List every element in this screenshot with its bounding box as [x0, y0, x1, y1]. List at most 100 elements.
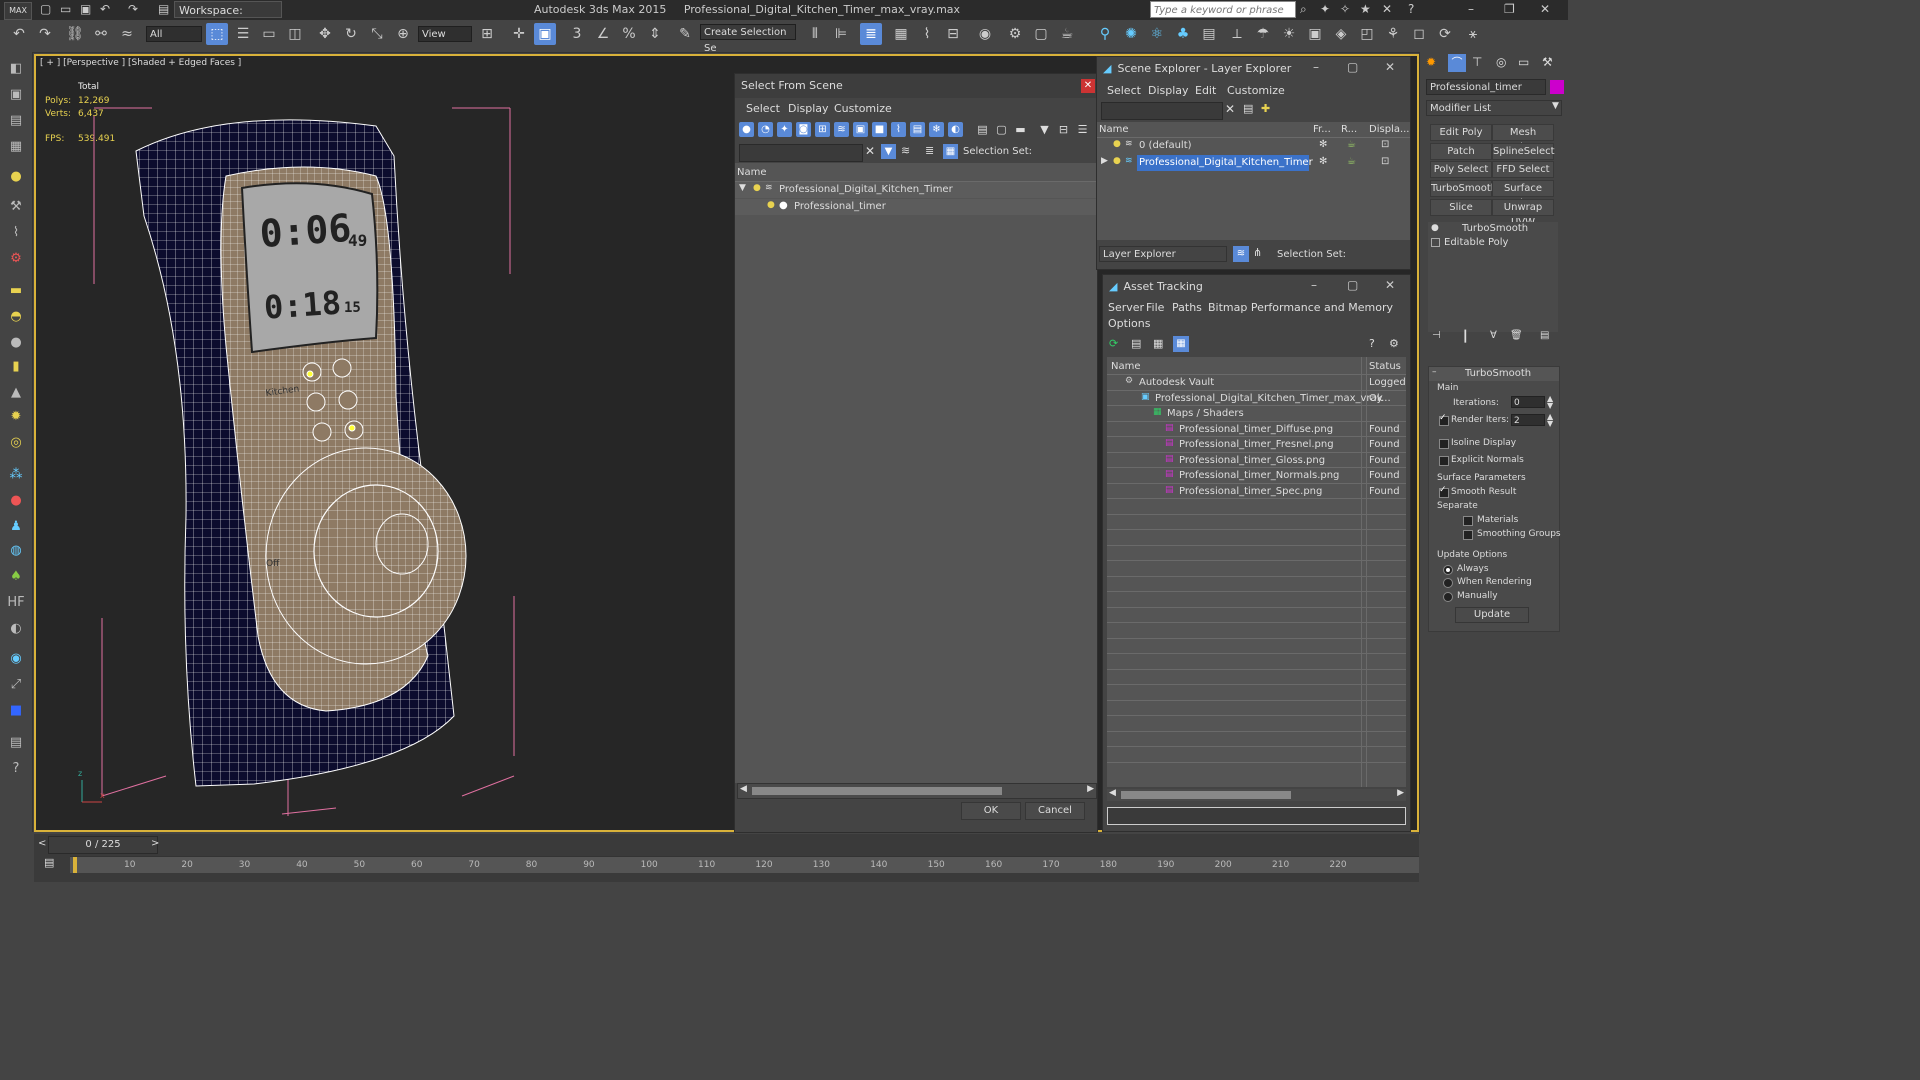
se-menu-customize[interactable]: Customize	[1227, 84, 1285, 97]
light-bulb-icon[interactable]: ●	[6, 168, 26, 186]
select-by-name-icon[interactable]: ☰	[232, 23, 254, 45]
viewport-label[interactable]: [ + ] [Perspective ] [Shaded + Edged Fac…	[40, 58, 241, 68]
show-end-result-icon[interactable]: ┃	[1462, 330, 1469, 343]
utilities-tab-icon[interactable]: ⚒	[1542, 55, 1553, 69]
keyboard-shortcut-override-icon[interactable]: ▣	[534, 23, 556, 45]
window-crossing-icon[interactable]: ◫	[284, 23, 306, 45]
scroll-left-icon[interactable]: ◀	[1109, 788, 1116, 798]
display-helpers-icon[interactable]: ⊞	[815, 122, 830, 137]
schematic-view-icon[interactable]: ⊟	[942, 23, 964, 45]
select-and-link-icon[interactable]: ⛓	[64, 23, 86, 45]
object-name-field[interactable]: Professional_timer	[1426, 79, 1546, 95]
edit-named-selection-icon[interactable]: ✎	[674, 23, 696, 45]
render-teapot-icon[interactable]: ☕	[1347, 156, 1356, 167]
smoothing-groups-checkbox[interactable]	[1463, 530, 1473, 540]
transform-icon[interactable]: ⤢	[6, 676, 26, 694]
display-all-icon[interactable]: ▤	[975, 122, 990, 137]
sphere-icon[interactable]: ●	[6, 334, 26, 352]
visibility-bulb-icon[interactable]: ●	[767, 200, 775, 210]
modifier-bulb-icon[interactable]: ●	[1431, 223, 1439, 233]
clipboard-icon[interactable]: ▤	[6, 734, 26, 752]
se-layer-row[interactable]: ● ≋ 0 (default) ✻ ☕ ⊡	[1097, 138, 1410, 154]
sfs-column-name[interactable]: Name	[737, 167, 767, 178]
hemisphere-icon[interactable]: ◓	[6, 308, 26, 326]
project-folder-icon[interactable]: ▤	[158, 2, 169, 16]
at-menu-paths[interactable]: Paths	[1172, 301, 1202, 314]
mirror-icon[interactable]: ⫴	[804, 23, 826, 45]
torus-icon[interactable]: ◎	[6, 434, 26, 452]
at-menu-bitmap[interactable]: Bitmap Performance and Memory	[1208, 301, 1393, 314]
explicit-normals-checkbox[interactable]	[1439, 456, 1449, 466]
display-shapes-icon[interactable]: ◔	[758, 122, 773, 137]
at-minimize-icon[interactable]: –	[1311, 278, 1317, 292]
search-input[interactable]: Type a keyword or phrase	[1150, 1, 1296, 18]
asset-row[interactable]: ▤ Professional_timer_Diffuse.png Found	[1107, 422, 1406, 437]
visibility-bulb-icon[interactable]: ●	[1113, 139, 1121, 149]
time-slider[interactable]: 0 / 225	[48, 836, 158, 854]
hf-icon[interactable]: HF	[6, 594, 26, 612]
when-rendering-radio[interactable]	[1443, 578, 1453, 588]
hierarchy-tree-icon[interactable]: ⊟	[1056, 122, 1071, 137]
tools-icon[interactable]: ✦	[1320, 2, 1330, 16]
se-close-icon[interactable]: ✕	[1385, 60, 1395, 74]
percent-snap-icon[interactable]: %	[618, 23, 640, 45]
save-icon[interactable]: ▣	[80, 2, 91, 16]
render-iters-spinner[interactable]: 2	[1511, 414, 1545, 426]
rotate-icon[interactable]: ↻	[340, 23, 362, 45]
sfs-filter-selected-icon[interactable]: ▼	[881, 144, 896, 159]
vray-dome-icon[interactable]: ☂	[1252, 23, 1274, 45]
workspace-dropdown[interactable]: Workspace: Default	[174, 1, 282, 34]
sfs-menu-display[interactable]: Display	[788, 102, 829, 115]
display-containers-icon[interactable]: ▤	[910, 122, 925, 137]
graphite-toolbar-icon[interactable]: ▦	[890, 23, 912, 45]
place-icon[interactable]: ⊕	[392, 23, 414, 45]
object-color-swatch[interactable]	[1550, 80, 1564, 94]
snaps-toggle-icon[interactable]: 3	[566, 23, 588, 45]
globe-icon[interactable]: ◍	[6, 542, 26, 560]
display-box-icon[interactable]: ⊡	[1381, 139, 1389, 150]
at-menu-file[interactable]: File	[1146, 301, 1164, 314]
sfs-menu-select[interactable]: Select	[746, 102, 780, 115]
undo-toolbar-icon[interactable]: ↶	[8, 23, 30, 45]
se-menu-edit[interactable]: Edit	[1195, 84, 1216, 97]
display-lights-icon[interactable]: ✦	[777, 122, 792, 137]
scroll-right-icon[interactable]: ▶	[1087, 784, 1094, 794]
se-new-layer-icon[interactable]: ▤	[1243, 102, 1253, 115]
freeze-snowflake-icon[interactable]: ✻	[1319, 156, 1327, 167]
shell-icon[interactable]: ◐	[6, 620, 26, 638]
tree-expand-icon[interactable]: ▼	[739, 183, 746, 193]
rectangular-selection-icon[interactable]: ▭	[258, 23, 280, 45]
at-grid-view-icon[interactable]: ▦	[1173, 336, 1189, 352]
rendered-frame-window-icon[interactable]: ▢	[1030, 23, 1052, 45]
vray-mesh-export-icon[interactable]: ▤	[1198, 23, 1220, 45]
select-from-scene-close-button[interactable]: ✕	[1081, 79, 1095, 93]
particle-icon[interactable]: ⚙	[6, 250, 26, 268]
hair-icon[interactable]: ♠	[6, 568, 26, 586]
bone-icon[interactable]: ⌇	[6, 224, 26, 242]
se-minimize-icon[interactable]: –	[1313, 60, 1319, 74]
se-menu-select[interactable]: Select	[1107, 84, 1141, 97]
expand-arrow-icon[interactable]: ▶	[1101, 156, 1108, 166]
close-search-icon[interactable]: ✕	[1382, 2, 1392, 16]
modify-tab-icon[interactable]: ⌒	[1448, 54, 1466, 72]
new-file-icon[interactable]: ▢	[40, 2, 51, 16]
named-selection-dropdown[interactable]: Create Selection Se	[700, 24, 796, 54]
sfs-menu-customize[interactable]: Customize	[834, 102, 892, 115]
helper-icon[interactable]: ⚒	[6, 198, 26, 216]
vray-sphere-icon[interactable]: ✺	[1120, 23, 1142, 45]
asset-row[interactable]: ▤ Professional_timer_Gloss.png Found	[1107, 453, 1406, 468]
scale-icon[interactable]: ⤡	[366, 23, 388, 45]
vray-sun-icon[interactable]: ☀	[1278, 23, 1300, 45]
sfs-find-input[interactable]	[739, 144, 863, 162]
display-xrefs-icon[interactable]: ■	[872, 122, 887, 137]
at-help-icon[interactable]: ?	[1369, 337, 1375, 350]
ok-button[interactable]: OK	[961, 802, 1021, 820]
open-file-icon[interactable]: ▭	[60, 2, 71, 16]
display-cameras-icon[interactable]: ◙	[796, 122, 811, 137]
display-invert-icon[interactable]: ▬	[1013, 122, 1028, 137]
remove-modifier-icon[interactable]: 🗑	[1510, 330, 1523, 341]
asset-row[interactable]: ▣ Professional_Digital_Kitchen_Timer_max_…	[1107, 391, 1406, 406]
manually-radio[interactable]	[1443, 592, 1453, 602]
turbosmooth-rollout-header[interactable]: – TurboSmooth	[1429, 367, 1559, 381]
selection-filter-dropdown[interactable]: All	[146, 26, 202, 42]
